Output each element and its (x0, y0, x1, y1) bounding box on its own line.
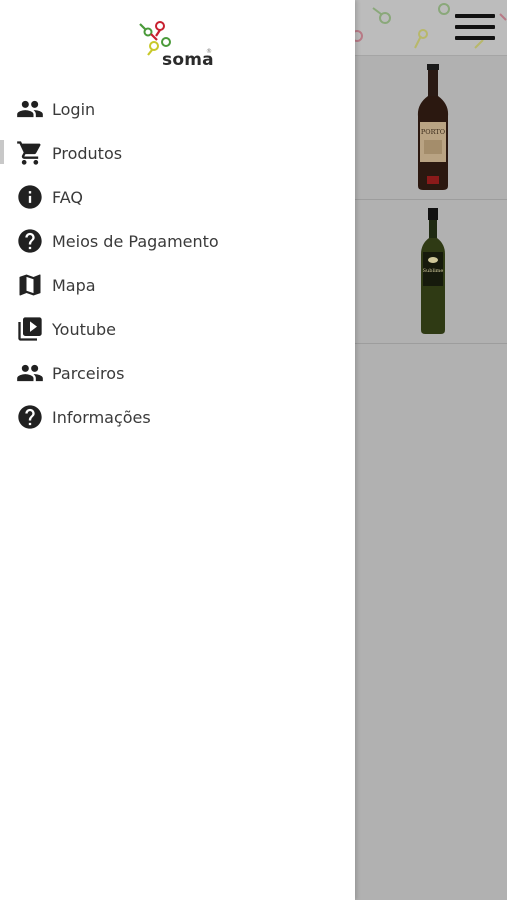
help-icon (15, 226, 45, 256)
map-icon (15, 270, 45, 300)
menu-item-youtube[interactable]: Youtube (0, 307, 355, 351)
menu-item-label: FAQ (52, 187, 83, 207)
drawer-menu: Login Produtos FAQ Meios de Pagamento Ma… (0, 87, 355, 439)
menu-item-label: Produtos (52, 143, 123, 163)
help-icon (15, 402, 45, 432)
soma-logo: soma ® (138, 18, 218, 72)
navigation-drawer: soma ® Login Produtos FAQ Meios de Pagam… (0, 0, 355, 900)
people-icon (15, 358, 45, 388)
app-header (355, 0, 507, 56)
menu-item-informacoes[interactable]: Informações (0, 395, 355, 439)
menu-item-mapa[interactable]: Mapa (0, 263, 355, 307)
menu-toggle-button[interactable] (455, 14, 495, 40)
menu-item-meios-de-pagamento[interactable]: Meios de Pagamento (0, 219, 355, 263)
product-card[interactable]: Sublime (355, 200, 507, 344)
people-icon (15, 94, 45, 124)
menu-item-login[interactable]: Login (0, 87, 355, 131)
hamburger-line (455, 36, 495, 40)
porto-wine-bottle-image: PORTO (417, 64, 449, 190)
porto-label-text: PORTO (421, 128, 445, 136)
cart-icon (15, 138, 45, 168)
video-library-icon (15, 314, 45, 344)
product-card[interactable]: PORTO (355, 56, 507, 200)
menu-item-faq[interactable]: FAQ (0, 175, 355, 219)
hamburger-line (455, 25, 495, 29)
menu-item-label: Youtube (52, 319, 116, 339)
registered-mark: ® (206, 48, 212, 55)
menu-item-label: Meios de Pagamento (52, 231, 219, 251)
hamburger-line (455, 14, 495, 18)
menu-item-parceiros[interactable]: Parceiros (0, 351, 355, 395)
menu-item-label: Login (52, 99, 96, 119)
info-icon (15, 182, 45, 212)
menu-item-label: Parceiros (52, 363, 125, 383)
menu-item-label: Mapa (52, 275, 96, 295)
menu-item-label: Informações (52, 407, 151, 427)
olive-oil-bottle-image: Sublime (421, 208, 445, 334)
olive-oil-label-text: Sublime (423, 268, 444, 274)
menu-item-produtos[interactable]: Produtos (0, 131, 355, 175)
